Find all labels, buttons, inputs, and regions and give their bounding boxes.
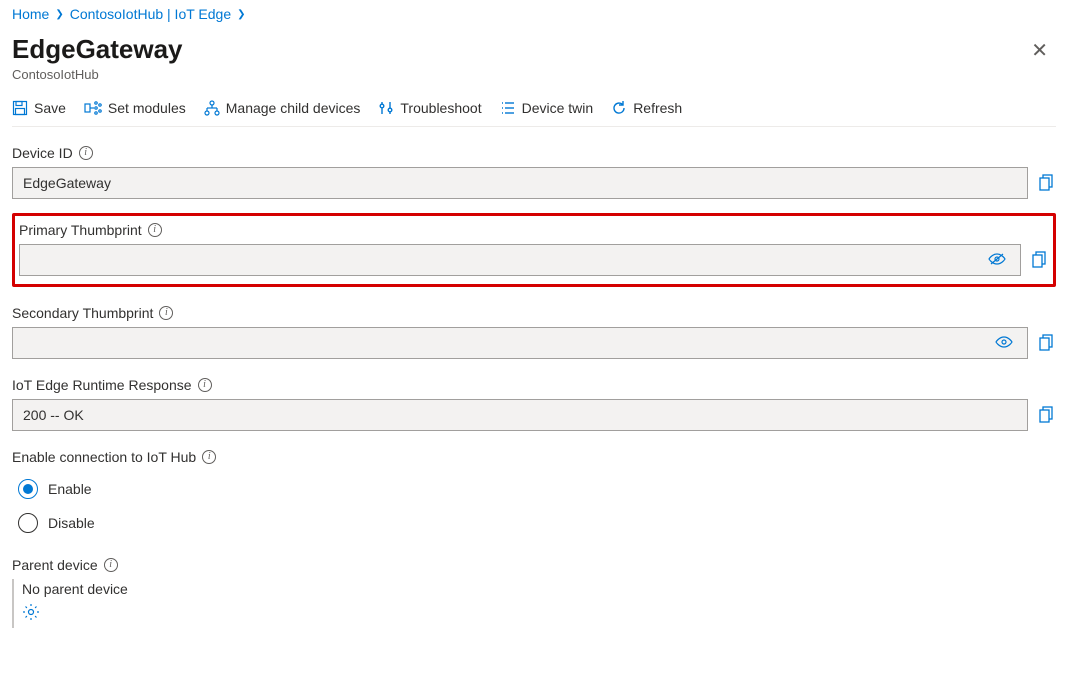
info-icon[interactable]: i bbox=[202, 450, 216, 464]
device-id-field: Device ID i EdgeGateway bbox=[12, 145, 1056, 199]
chevron-right-icon: ❯ bbox=[55, 9, 63, 20]
radio-button-icon bbox=[18, 513, 38, 533]
parent-device-label: Parent device bbox=[12, 557, 98, 573]
device-id-value: EdgeGateway bbox=[23, 175, 111, 191]
radio-disable-label: Disable bbox=[48, 515, 95, 531]
page-title: EdgeGateway bbox=[12, 34, 183, 65]
info-icon[interactable]: i bbox=[159, 306, 173, 320]
copy-icon[interactable] bbox=[1038, 406, 1056, 424]
sliders-icon bbox=[378, 100, 394, 116]
manage-child-label: Manage child devices bbox=[226, 100, 361, 116]
parent-device-field: Parent device i No parent device bbox=[12, 557, 1056, 628]
save-button[interactable]: Save bbox=[12, 100, 66, 116]
gear-icon[interactable] bbox=[22, 603, 1056, 624]
save-label: Save bbox=[34, 100, 66, 116]
eye-icon[interactable] bbox=[984, 252, 1010, 269]
radio-enable-label: Enable bbox=[48, 481, 92, 497]
runtime-response-field: IoT Edge Runtime Response i 200 -- OK bbox=[12, 377, 1056, 431]
refresh-button[interactable]: Refresh bbox=[611, 100, 682, 116]
radio-button-icon bbox=[18, 479, 38, 499]
secondary-thumbprint-input[interactable] bbox=[12, 327, 1028, 359]
secondary-thumbprint-field: Secondary Thumbprint i bbox=[12, 305, 1056, 359]
save-icon bbox=[12, 100, 28, 116]
page-subtitle: ContosoIotHub bbox=[12, 67, 183, 82]
radio-disable[interactable]: Disable bbox=[12, 513, 1056, 533]
chevron-right-icon: ❯ bbox=[237, 9, 245, 20]
modules-icon bbox=[84, 100, 102, 116]
close-icon[interactable]: ✕ bbox=[1023, 34, 1056, 67]
device-twin-label: Device twin bbox=[522, 100, 594, 116]
runtime-response-input[interactable]: 200 -- OK bbox=[12, 399, 1028, 431]
refresh-label: Refresh bbox=[633, 100, 682, 116]
copy-icon[interactable] bbox=[1038, 334, 1056, 352]
list-icon bbox=[500, 100, 516, 116]
device-twin-button[interactable]: Device twin bbox=[500, 100, 594, 116]
troubleshoot-label: Troubleshoot bbox=[400, 100, 481, 116]
troubleshoot-button[interactable]: Troubleshoot bbox=[378, 100, 481, 116]
secondary-thumbprint-label: Secondary Thumbprint bbox=[12, 305, 153, 321]
radio-enable[interactable]: Enable bbox=[12, 479, 1056, 499]
toolbar: Save Set modules Manage child devices Tr… bbox=[12, 92, 1056, 127]
device-id-label: Device ID bbox=[12, 145, 73, 161]
hierarchy-icon bbox=[204, 100, 220, 116]
info-icon[interactable]: i bbox=[198, 378, 212, 392]
primary-thumbprint-highlight: Primary Thumbprint i bbox=[12, 213, 1056, 287]
primary-thumbprint-label: Primary Thumbprint bbox=[19, 222, 142, 238]
info-icon[interactable]: i bbox=[79, 146, 93, 160]
copy-icon[interactable] bbox=[1038, 174, 1056, 192]
refresh-icon bbox=[611, 100, 627, 116]
manage-child-button[interactable]: Manage child devices bbox=[204, 100, 361, 116]
breadcrumb: Home ❯ ContosoIotHub | IoT Edge ❯ bbox=[12, 0, 1056, 26]
enable-connection-field: Enable connection to IoT Hub i Enable Di… bbox=[12, 449, 1056, 533]
copy-icon[interactable] bbox=[1031, 251, 1049, 269]
set-modules-button[interactable]: Set modules bbox=[84, 100, 186, 116]
info-icon[interactable]: i bbox=[148, 223, 162, 237]
breadcrumb-home[interactable]: Home bbox=[12, 6, 49, 22]
breadcrumb-hub[interactable]: ContosoIotHub | IoT Edge bbox=[70, 6, 231, 22]
device-id-input[interactable]: EdgeGateway bbox=[12, 167, 1028, 199]
runtime-response-label: IoT Edge Runtime Response bbox=[12, 377, 192, 393]
info-icon[interactable]: i bbox=[104, 558, 118, 572]
runtime-response-value: 200 -- OK bbox=[23, 407, 84, 423]
parent-device-value: No parent device bbox=[22, 581, 1056, 597]
eye-icon[interactable] bbox=[991, 335, 1017, 352]
set-modules-label: Set modules bbox=[108, 100, 186, 116]
primary-thumbprint-input[interactable] bbox=[19, 244, 1021, 276]
enable-connection-label: Enable connection to IoT Hub bbox=[12, 449, 196, 465]
